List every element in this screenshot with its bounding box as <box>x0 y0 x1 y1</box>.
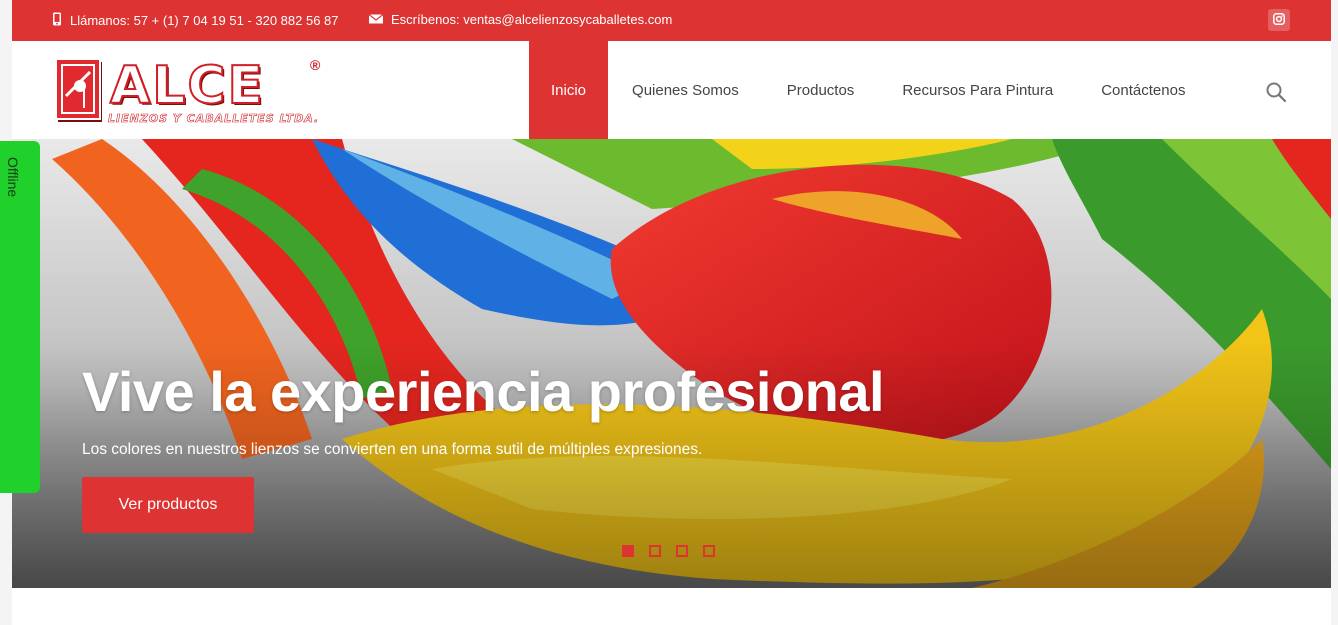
main-nav: Inicio Quienes Somos Productos Recursos … <box>529 41 1209 139</box>
slider-dot-3[interactable] <box>676 545 688 557</box>
hero-subtitle: Los colores en nuestros lienzos se convi… <box>82 441 703 458</box>
top-bar: Llámanos: 57 + (1) 7 04 19 51 - 320 882 … <box>12 0 1331 41</box>
email-text: Escríbenos: ventas@alcelienzosycaballete… <box>391 12 673 27</box>
logo[interactable]: ALCE ® LIENZOS Y CABALLETES LTDA. <box>56 56 326 126</box>
phone-contact[interactable]: Llámanos: 57 + (1) 7 04 19 51 - 320 882 … <box>52 12 339 29</box>
email-contact[interactable]: Escríbenos: ventas@alcelienzosycaballete… <box>368 12 673 27</box>
nav-item-contactenos[interactable]: Contáctenos <box>1077 41 1209 139</box>
phone-text: Llámanos: 57 + (1) 7 04 19 51 - 320 882 … <box>70 13 339 28</box>
logo-emblem-icon <box>56 58 102 122</box>
nav-item-recursos-para-pintura[interactable]: Recursos Para Pintura <box>878 41 1077 139</box>
logo-text: ALCE <box>109 56 266 116</box>
offline-chat-tab[interactable]: Offline <box>0 141 40 493</box>
registered-mark: ® <box>310 57 321 73</box>
nav-item-productos[interactable]: Productos <box>763 41 879 139</box>
offline-label: Offline <box>5 157 21 198</box>
hero-title: Vive la experiencia profesional <box>82 360 885 423</box>
slider-dot-4[interactable] <box>703 545 715 557</box>
slider-dot-1[interactable] <box>622 545 634 557</box>
nav-item-quienes-somos[interactable]: Quienes Somos <box>608 41 763 139</box>
envelope-icon <box>368 12 384 27</box>
slider-dot-2[interactable] <box>649 545 661 557</box>
page: Llámanos: 57 + (1) 7 04 19 51 - 320 882 … <box>12 0 1331 625</box>
search-button[interactable] <box>1265 81 1287 103</box>
instagram-icon <box>1273 12 1285 28</box>
header: ALCE ® LIENZOS Y CABALLETES LTDA. Inicio… <box>12 41 1331 139</box>
logo-subtitle: LIENZOS Y CABALLETES LTDA. <box>108 112 320 126</box>
search-icon <box>1266 82 1287 103</box>
mobile-phone-icon <box>52 12 62 29</box>
slider-pagination <box>622 545 715 557</box>
instagram-link[interactable] <box>1268 9 1290 31</box>
ver-productos-button[interactable]: Ver productos <box>82 477 254 533</box>
hero-slider: Vive la experiencia profesional Los colo… <box>12 139 1331 588</box>
nav-item-inicio[interactable]: Inicio <box>529 41 609 139</box>
